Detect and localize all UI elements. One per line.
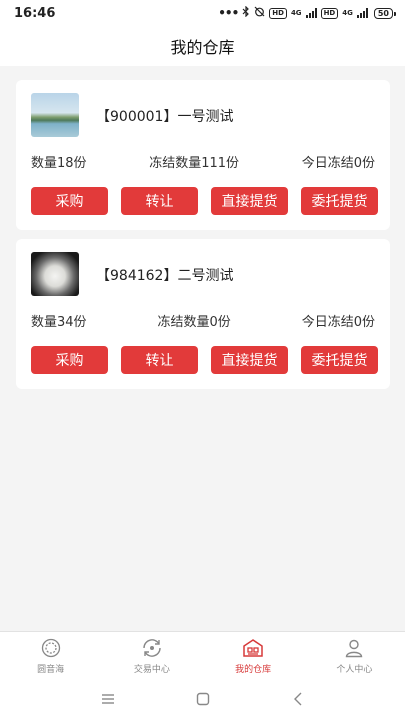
home-icon[interactable] (193, 689, 213, 709)
tab-my-warehouse[interactable]: 我的仓库 (203, 632, 304, 678)
status-time: 16:46 (14, 5, 56, 21)
purchase-button[interactable]: 采购 (31, 187, 108, 215)
tab-label: 交易中心 (133, 665, 170, 675)
action-buttons: 采购 转让 直接提货 委托提货 (31, 346, 378, 374)
status-icons: ••• HD 4G HD 4G 50 (218, 5, 397, 20)
bluetooth-icon (242, 5, 250, 20)
product-card: 【900001】一号测试 数量18份 冻结数量111份 今日冻结0份 采购 转让… (16, 80, 390, 230)
direct-pickup-button[interactable]: 直接提货 (211, 346, 288, 374)
product-name: 【900001】一号测试 (96, 109, 234, 125)
battery-icon: 50 (373, 7, 397, 19)
product-thumbnail[interactable] (31, 93, 79, 137)
product-thumbnail[interactable] (31, 252, 79, 296)
page-header: 我的仓库 (0, 26, 405, 66)
purchase-button[interactable]: 采购 (31, 346, 108, 374)
product-card: 【984162】二号测试 数量34份 冻结数量0份 今日冻结0份 采购 转让 直… (16, 239, 390, 389)
today-frozen-label: 今日冻结0份 (301, 315, 375, 330)
action-buttons: 采购 转让 直接提货 委托提货 (31, 187, 378, 215)
tab-personal-center[interactable]: 个人中心 (304, 632, 405, 678)
entrusted-pickup-button[interactable]: 委托提货 (301, 346, 378, 374)
notification-dots-icon: ••• (218, 6, 239, 20)
signal-icon-2 (356, 8, 368, 18)
circle-badge-icon (40, 637, 62, 659)
status-bar: 16:46 ••• HD 4G HD 4G 50 (0, 0, 405, 26)
transfer-button[interactable]: 转让 (121, 187, 198, 215)
tab-label: 我的仓库 (235, 665, 272, 675)
quantity-label: 数量34份 (31, 315, 87, 330)
hd-badge-2: HD (320, 7, 339, 19)
today-frozen-label: 今日冻结0份 (301, 156, 375, 171)
quantity-label: 数量18份 (31, 156, 87, 171)
tab-label: 个人中心 (336, 665, 373, 675)
frozen-quantity-label: 冻结数量0份 (157, 315, 231, 330)
product-stats: 数量34份 冻结数量0份 今日冻结0份 (31, 311, 375, 330)
product-stats: 数量18份 冻结数量111份 今日冻结0份 (31, 152, 375, 171)
direct-pickup-button[interactable]: 直接提货 (211, 187, 288, 215)
entrusted-pickup-button[interactable]: 委托提货 (301, 187, 378, 215)
system-nav-bar (0, 678, 405, 720)
network-label: 4G (290, 9, 302, 17)
exchange-icon (141, 637, 163, 659)
frozen-quantity-label: 冻结数量111份 (149, 156, 240, 171)
transfer-button[interactable]: 转让 (121, 346, 198, 374)
network-label-2: 4G (342, 9, 353, 17)
warehouse-icon (242, 637, 264, 659)
alarm-off-icon (254, 6, 265, 20)
page-title: 我的仓库 (170, 38, 235, 57)
tab-label: 圆音海 (37, 665, 65, 675)
bottom-tab-bar: 圆音海 交易中心 我的仓库 个人中心 (0, 631, 405, 678)
product-name: 【984162】二号测试 (96, 268, 234, 284)
tab-trading-center[interactable]: 交易中心 (101, 632, 202, 678)
tab-home[interactable]: 圆音海 (0, 632, 101, 678)
menu-icon[interactable] (98, 689, 118, 709)
user-icon (343, 637, 365, 659)
signal-icon (305, 8, 317, 18)
hd-badge: HD (269, 7, 287, 19)
back-icon[interactable] (288, 689, 308, 709)
